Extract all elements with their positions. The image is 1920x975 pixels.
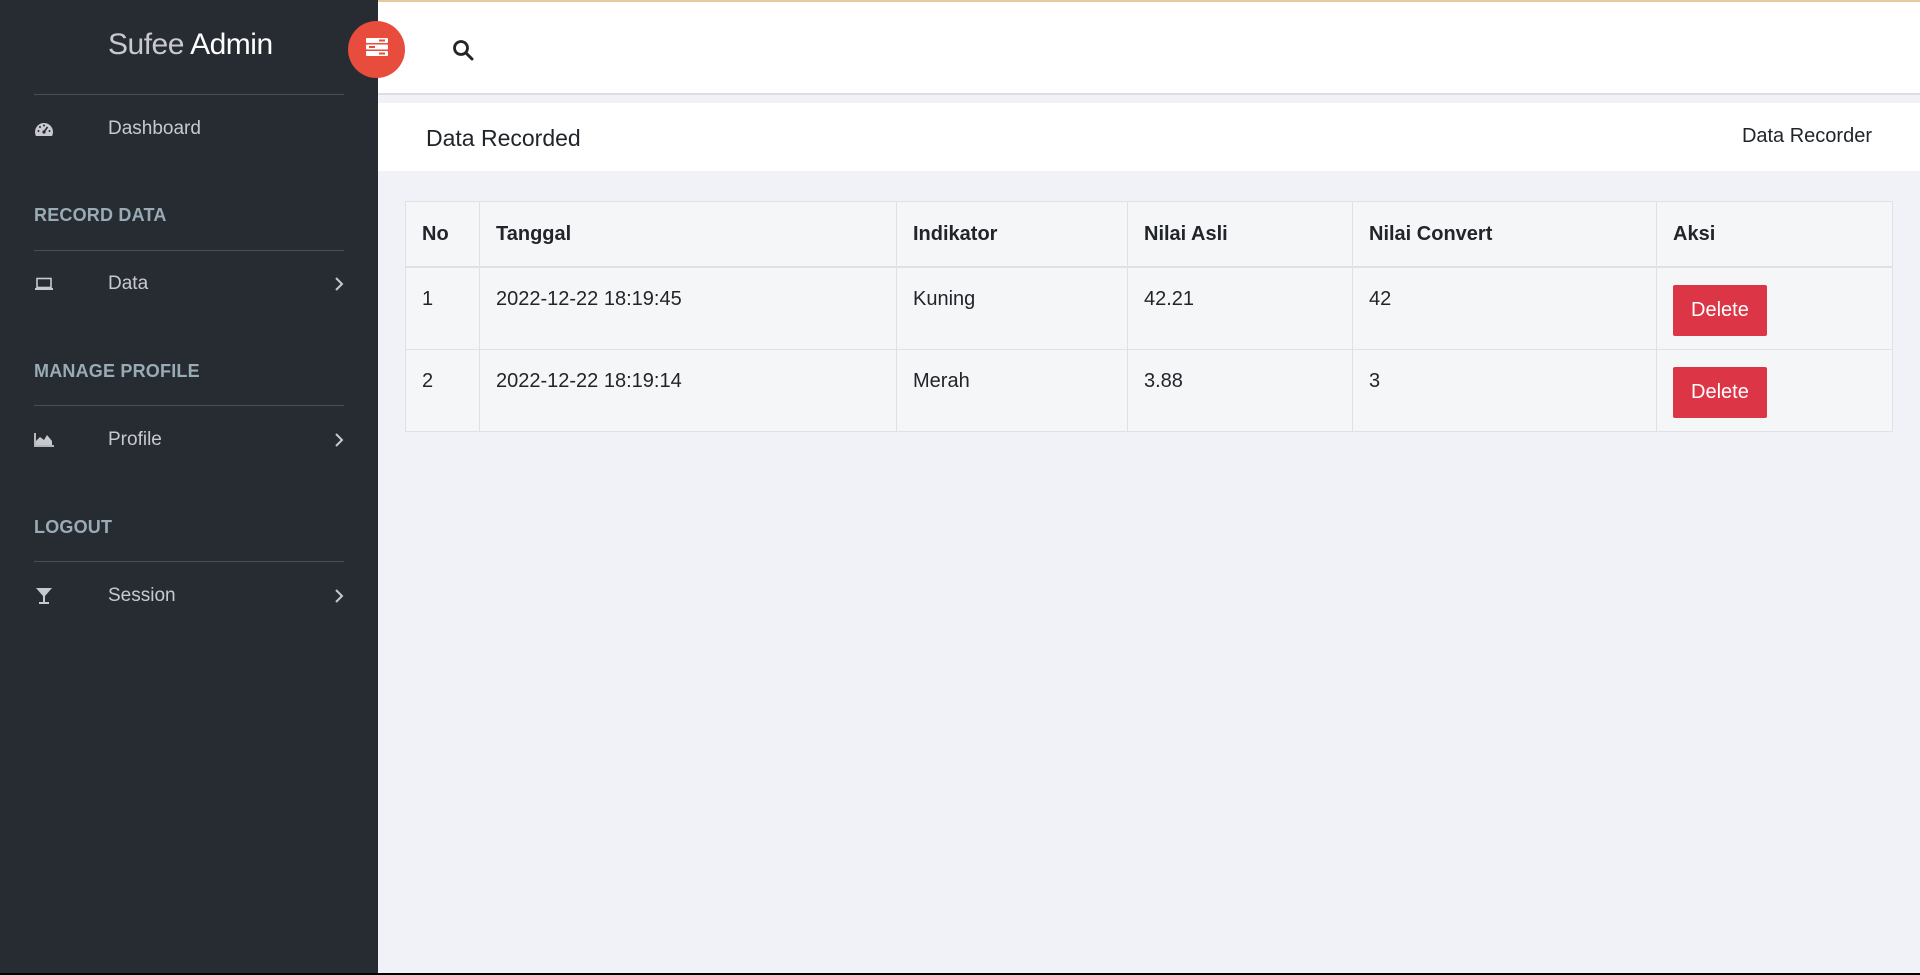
- cell-nilai-convert: 3: [1352, 348, 1657, 432]
- sidebar-item-profile[interactable]: Profile: [0, 410, 378, 470]
- delete-button[interactable]: Delete: [1673, 366, 1767, 418]
- column-header-tanggal: Tanggal: [479, 201, 897, 268]
- sidebar-divider: [34, 250, 344, 251]
- cell-no: 2: [405, 348, 480, 432]
- cell-aksi: Delete: [1656, 266, 1893, 350]
- sidebar-divider: [34, 94, 344, 95]
- menu-toggle-button[interactable]: [348, 21, 405, 78]
- chevron-right-icon: [334, 432, 344, 454]
- sidebar-divider: [34, 405, 344, 406]
- chevron-right-icon: [334, 276, 344, 298]
- sidebar-item-data[interactable]: Data: [0, 254, 378, 314]
- page-title: Data Recorded: [426, 125, 581, 151]
- column-header-no: No: [405, 201, 480, 268]
- section-title-logout: LOGOUT: [34, 517, 113, 537]
- sidebar: Sufee Admin Dashboard RECORD DATA Data M…: [0, 0, 378, 975]
- data-table-container: No Tanggal Indikator Nilai Asli Nilai Co…: [405, 201, 1893, 432]
- cell-tanggal: 2022-12-22 18:19:14: [479, 348, 897, 432]
- glass-icon: [33, 585, 55, 607]
- cell-nilai-asli: 3.88: [1127, 348, 1353, 432]
- table-row: 2 2022-12-22 18:19:14 Merah 3.88 3 Delet…: [405, 348, 1893, 432]
- cell-indikator: Merah: [896, 348, 1128, 432]
- top-header: [378, 0, 1920, 95]
- column-header-indikator: Indikator: [896, 201, 1128, 268]
- sidebar-item-dashboard[interactable]: Dashboard: [0, 99, 378, 159]
- table-header-row: No Tanggal Indikator Nilai Asli Nilai Co…: [405, 201, 1893, 268]
- search-button[interactable]: [452, 39, 474, 61]
- column-header-nilai-asli: Nilai Asli: [1127, 201, 1353, 268]
- dashboard-icon: [33, 118, 55, 140]
- section-title-manage-profile: MANAGE PROFILE: [34, 361, 200, 381]
- brand-bold: Admin: [190, 28, 273, 61]
- section-title-record-data: RECORD DATA: [34, 205, 167, 225]
- cell-aksi: Delete: [1656, 348, 1893, 432]
- cell-nilai-asli: 42.21: [1127, 266, 1353, 350]
- laptop-icon: [33, 273, 55, 295]
- sidebar-item-label: Session: [108, 585, 176, 606]
- sidebar-item-session[interactable]: Session: [0, 566, 378, 626]
- cell-no: 1: [405, 266, 480, 350]
- breadcrumb-bar: Data Recorded Data Recorder: [378, 103, 1920, 171]
- sidebar-item-label: Data: [108, 273, 149, 294]
- column-header-aksi: Aksi: [1656, 201, 1893, 268]
- column-header-nilai-convert: Nilai Convert: [1352, 201, 1657, 268]
- brand-logo[interactable]: Sufee Admin: [108, 28, 273, 62]
- cell-indikator: Kuning: [896, 266, 1128, 350]
- search-icon: [452, 40, 474, 65]
- sidebar-item-label: Dashboard: [108, 118, 201, 139]
- cell-tanggal: 2022-12-22 18:19:45: [479, 266, 897, 350]
- data-table: No Tanggal Indikator Nilai Asli Nilai Co…: [405, 201, 1893, 432]
- table-row: 1 2022-12-22 18:19:45 Kuning 42.21 42 De…: [405, 266, 1893, 350]
- menu-toggle-icon: [365, 37, 389, 62]
- delete-button[interactable]: Delete: [1673, 285, 1767, 336]
- cell-nilai-convert: 42: [1352, 266, 1657, 350]
- chevron-right-icon: [334, 588, 344, 610]
- sidebar-divider: [34, 561, 344, 562]
- brand-light: Sufee: [108, 28, 184, 61]
- sidebar-item-label: Profile: [108, 429, 162, 450]
- breadcrumb[interactable]: Data Recorder: [1742, 125, 1872, 148]
- area-chart-icon: [33, 429, 55, 451]
